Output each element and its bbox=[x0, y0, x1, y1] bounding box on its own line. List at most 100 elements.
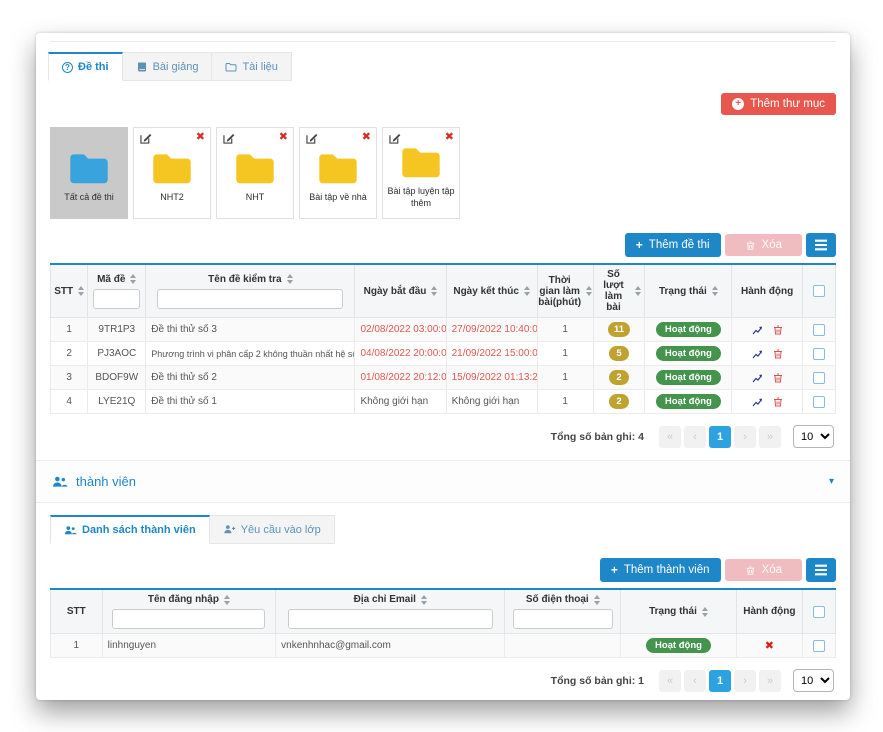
folder-card[interactable]: ✖ NHT bbox=[216, 127, 294, 219]
last-page-button[interactable]: » bbox=[759, 670, 781, 692]
close-icon[interactable]: ✖ bbox=[196, 130, 205, 143]
page-button[interactable]: 1 bbox=[709, 670, 731, 692]
sort-icon bbox=[524, 286, 530, 296]
page-button[interactable]: 1 bbox=[709, 426, 731, 448]
folder-yellow-icon bbox=[400, 145, 442, 179]
stt-cell: 1 bbox=[51, 634, 103, 658]
tab-documents[interactable]: Tài liệu bbox=[212, 52, 291, 81]
code-cell: PJ3AOC bbox=[88, 342, 146, 366]
row-checkbox[interactable] bbox=[813, 324, 825, 336]
add-member-button[interactable]: + Thêm thành viên bbox=[600, 558, 721, 582]
tab-exams[interactable]: ? Đề thi bbox=[48, 52, 123, 81]
header-status[interactable]: Trạng thái bbox=[645, 264, 732, 318]
header-duration[interactable]: Thời gian làm bài(phút) bbox=[537, 264, 593, 318]
status-badge: Hoạt động bbox=[656, 394, 721, 409]
status-badge: Hoạt động bbox=[646, 638, 711, 653]
tab-lectures[interactable]: Bài giảng bbox=[123, 52, 213, 81]
select-all-checkbox[interactable] bbox=[813, 285, 825, 297]
folder-card[interactable]: ✖ Bài tập luyện tập thêm bbox=[382, 127, 460, 219]
attempts-badge: 2 bbox=[609, 394, 629, 409]
edit-icon[interactable] bbox=[139, 132, 152, 150]
sort-icon bbox=[702, 607, 708, 617]
start-cell: 02/08/2022 03:00:00 bbox=[355, 318, 446, 342]
first-page-button[interactable]: « bbox=[659, 670, 681, 692]
trash-icon[interactable] bbox=[772, 348, 784, 360]
header-username[interactable]: Tên đăng nhập bbox=[102, 589, 276, 634]
header-end[interactable]: Ngày kết thúc bbox=[446, 264, 537, 318]
folder-card-all[interactable]: Tất cả đề thi bbox=[50, 127, 128, 219]
header-code[interactable]: Mã đề bbox=[88, 264, 146, 318]
next-page-button[interactable]: › bbox=[734, 426, 756, 448]
attempts-badge: 11 bbox=[608, 322, 630, 337]
folder-card[interactable]: ✖ NHT2 bbox=[133, 127, 211, 219]
header-phone[interactable]: Số điện thoại bbox=[505, 589, 621, 634]
header-status[interactable]: Trạng thái bbox=[621, 589, 737, 634]
header-name[interactable]: Tên đề kiểm tra bbox=[146, 264, 355, 318]
last-page-button[interactable]: » bbox=[759, 426, 781, 448]
sort-icon bbox=[287, 274, 293, 284]
header-email[interactable]: Địa chỉ Email bbox=[276, 589, 505, 634]
filter-code-input[interactable] bbox=[93, 289, 140, 309]
trash-icon[interactable] bbox=[772, 372, 784, 384]
next-page-button[interactable]: › bbox=[734, 670, 756, 692]
prev-page-button[interactable]: ‹ bbox=[684, 670, 706, 692]
first-page-button[interactable]: « bbox=[659, 426, 681, 448]
stats-icon[interactable] bbox=[751, 396, 764, 408]
trash-icon[interactable] bbox=[772, 396, 784, 408]
add-exam-button[interactable]: + Thêm đề thi bbox=[625, 233, 721, 257]
divider bbox=[50, 41, 836, 42]
stats-icon[interactable] bbox=[751, 324, 764, 336]
name-cell: Đề thi thử số 2 bbox=[146, 366, 355, 390]
list-view-button[interactable] bbox=[806, 558, 836, 582]
members-section-header[interactable]: thành viên ▾ bbox=[36, 460, 850, 503]
close-icon[interactable]: ✖ bbox=[362, 130, 371, 143]
edit-icon[interactable] bbox=[222, 132, 235, 150]
header-attempts[interactable]: Số lượt làm bài bbox=[593, 264, 645, 318]
filter-username-input[interactable] bbox=[112, 609, 265, 629]
folder-list: Tất cả đề thi ✖ NHT2 ✖ NHT ✖ Bài tập về … bbox=[50, 127, 836, 219]
row-checkbox[interactable] bbox=[813, 348, 825, 360]
total-records-label: Tổng số bản ghi: 4 bbox=[551, 431, 644, 443]
delete-members-label: Xóa bbox=[762, 564, 782, 576]
row-checkbox[interactable] bbox=[813, 640, 825, 652]
total-records-label: Tổng số bản ghi: 1 bbox=[551, 675, 644, 687]
prev-page-button[interactable]: ‹ bbox=[684, 426, 706, 448]
list-view-button[interactable] bbox=[806, 233, 836, 257]
row-checkbox[interactable] bbox=[813, 372, 825, 384]
add-folder-button[interactable]: + Thêm thư mục bbox=[721, 93, 836, 115]
close-icon[interactable]: ✖ bbox=[279, 130, 288, 143]
filter-name-input[interactable] bbox=[157, 289, 343, 309]
stats-icon[interactable] bbox=[751, 348, 764, 360]
user-plus-icon bbox=[223, 524, 236, 535]
header-stt[interactable]: STT bbox=[51, 264, 88, 318]
filter-phone-input[interactable] bbox=[513, 609, 613, 629]
folder-card[interactable]: ✖ Bài tập về nhà bbox=[299, 127, 377, 219]
delete-members-button[interactable]: Xóa bbox=[725, 559, 802, 581]
row-checkbox[interactable] bbox=[813, 396, 825, 408]
duration-cell: 1 bbox=[537, 390, 593, 414]
select-all-checkbox[interactable] bbox=[813, 606, 825, 618]
remove-member-icon[interactable]: ✖ bbox=[765, 640, 774, 652]
edit-icon[interactable] bbox=[388, 132, 401, 150]
page-size-select[interactable]: 10 bbox=[793, 669, 834, 692]
duration-cell: 1 bbox=[537, 366, 593, 390]
delete-exams-button[interactable]: Xóa bbox=[725, 234, 802, 256]
header-start[interactable]: Ngày bắt đầu bbox=[355, 264, 446, 318]
close-icon[interactable]: ✖ bbox=[445, 130, 454, 143]
chevron-down-icon[interactable]: ▾ bbox=[829, 476, 834, 487]
filter-email-input[interactable] bbox=[288, 609, 493, 629]
sort-icon bbox=[78, 286, 84, 296]
stats-icon[interactable] bbox=[751, 372, 764, 384]
phone-cell bbox=[505, 634, 621, 658]
exam-table: STT Mã đề Tên đề kiểm tra Ngày bắt đầu N… bbox=[50, 263, 836, 414]
page-size-select[interactable]: 10 bbox=[793, 425, 834, 448]
tab-join-requests[interactable]: Yêu cầu vào lớp bbox=[210, 515, 335, 544]
folder-yellow-icon bbox=[317, 151, 359, 185]
edit-icon[interactable] bbox=[305, 132, 318, 150]
header-stt: STT bbox=[51, 589, 103, 634]
trash-icon[interactable] bbox=[772, 324, 784, 336]
tab-member-list[interactable]: Danh sách thành viên bbox=[50, 515, 210, 544]
member-tabs: Danh sách thành viên Yêu cầu vào lớp bbox=[50, 515, 836, 544]
status-badge: Hoạt động bbox=[656, 370, 721, 385]
start-cell: 04/08/2022 20:00:00 bbox=[355, 342, 446, 366]
